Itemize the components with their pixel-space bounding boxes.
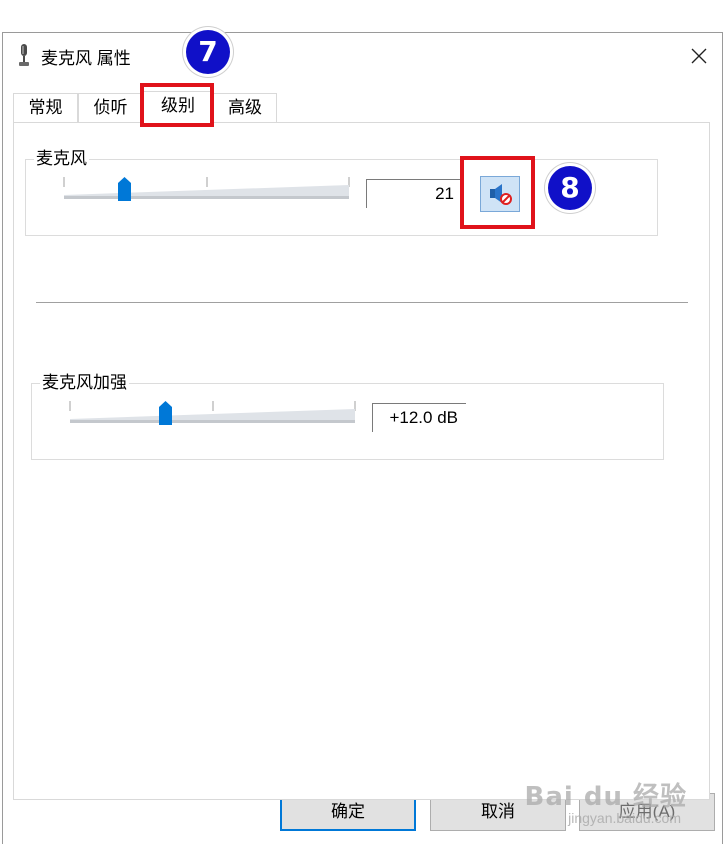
microphone-boost-label: 麦克风加强 [40, 372, 129, 394]
title-bar: 麦克风 属性 [3, 33, 722, 79]
microphone-boost-slider[interactable] [69, 401, 357, 431]
step7-highlight-box [140, 83, 214, 127]
microphone-label: 麦克风 [34, 148, 89, 170]
microphone-boost-value[interactable]: +12.0 dB [372, 403, 466, 432]
watermark-logo: Bai du 经验 [524, 782, 687, 812]
window-title: 麦克风 属性 [41, 49, 131, 68]
step7-badge: 7 [186, 30, 230, 74]
tab-advanced[interactable]: 高级 [213, 93, 277, 123]
step8-highlight-box [460, 156, 535, 229]
microphone-icon [19, 44, 29, 66]
microphone-level-value[interactable]: 21 [366, 179, 462, 208]
tab-listen[interactable]: 侦听 [78, 93, 143, 123]
slider-thumb[interactable] [159, 401, 172, 425]
microphone-level-slider[interactable] [63, 177, 351, 207]
slider-thumb[interactable] [118, 177, 131, 201]
levels-panel: 麦克风 21 麦克风加强 +12.0 dB [13, 122, 710, 800]
close-icon [691, 48, 707, 64]
step8-badge: 8 [548, 166, 592, 210]
microphone-boost-group: 麦克风加强 +12.0 dB [31, 372, 664, 460]
slider-track [69, 401, 356, 423]
separator [36, 302, 688, 303]
slider-track [63, 177, 350, 199]
close-button[interactable] [676, 33, 722, 79]
watermark-url: jingyan.baidu.com [568, 810, 681, 826]
tab-strip: 常规 侦听 级别 高级 [3, 91, 722, 124]
tab-general[interactable]: 常规 [13, 93, 78, 123]
microphone-properties-dialog: 麦克风 属性 常规 侦听 级别 高级 麦克风 21 麦克风加强 +12.0 dB… [2, 32, 723, 844]
